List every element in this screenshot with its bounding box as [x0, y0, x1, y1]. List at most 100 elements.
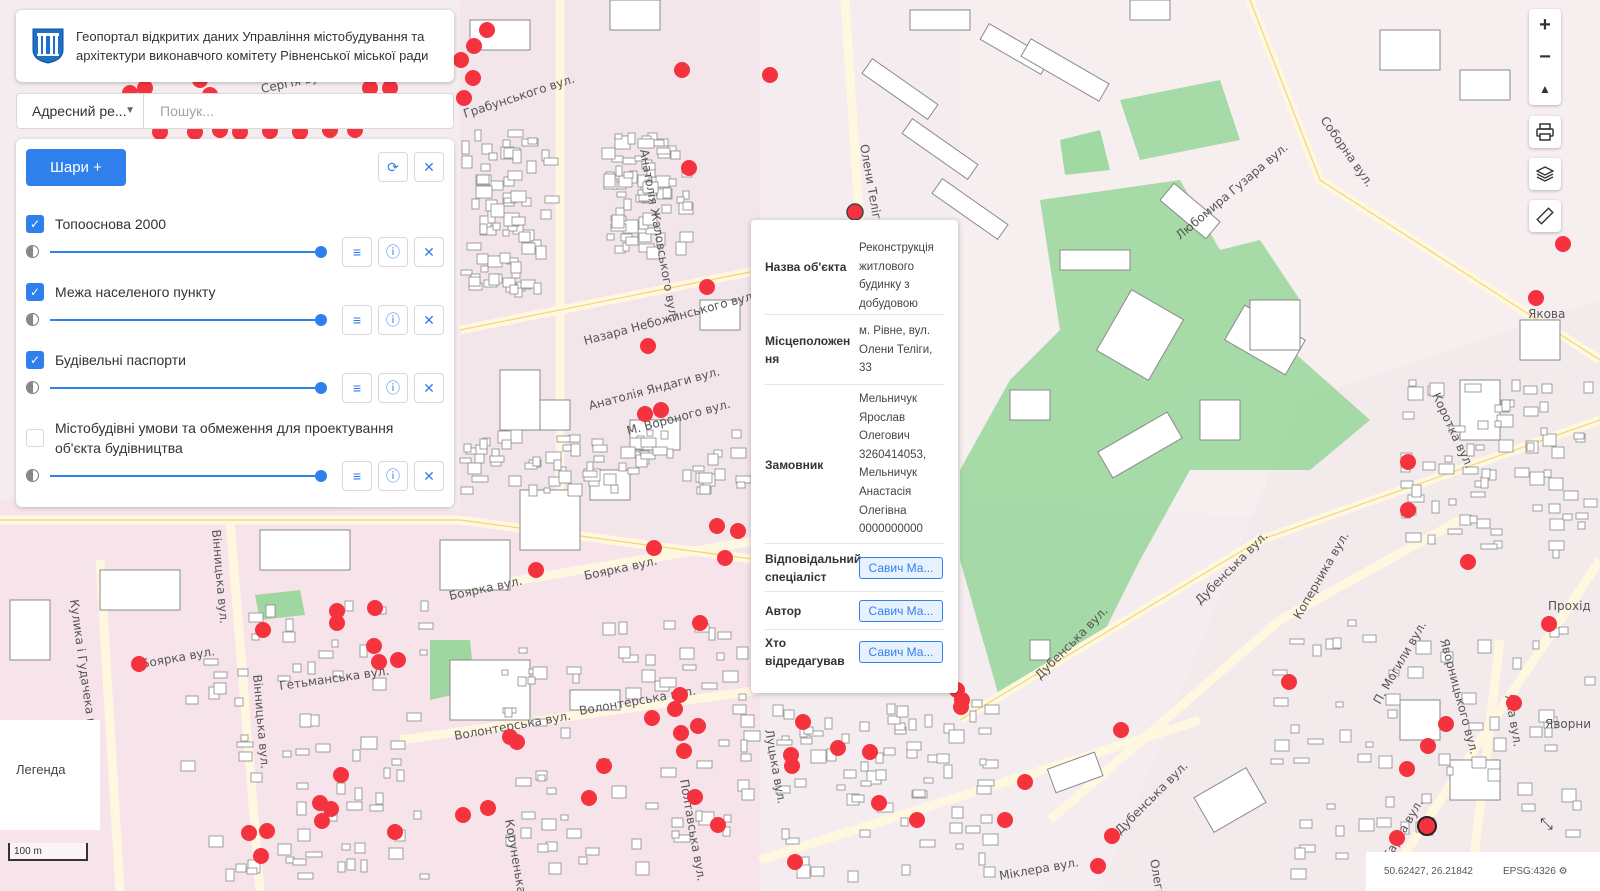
building-passport-marker[interactable]	[710, 817, 726, 833]
building-passport-marker[interactable]	[687, 789, 703, 805]
layer-checkbox[interactable]	[26, 429, 44, 447]
building-passport-marker[interactable]	[681, 160, 697, 176]
building-passport-marker[interactable]	[259, 823, 275, 839]
author-button[interactable]: Савич Ма...	[859, 599, 943, 622]
search-mode-select[interactable]: Адресний ре... ▼	[16, 93, 144, 129]
menu-icon[interactable]: ≡	[342, 373, 372, 403]
editor-button[interactable]: Савич Ма...	[859, 641, 943, 663]
building-passport-marker[interactable]	[1113, 722, 1129, 738]
building-passport-marker[interactable]	[673, 725, 689, 741]
building-passport-marker[interactable]	[480, 800, 496, 816]
building-passport-marker[interactable]	[1400, 454, 1416, 470]
building-passport-marker[interactable]	[387, 824, 403, 840]
building-passport-marker[interactable]	[830, 740, 846, 756]
building-passport-marker[interactable]	[596, 758, 612, 774]
building-passport-marker[interactable]	[784, 758, 800, 774]
building-passport-marker[interactable]	[1400, 502, 1416, 518]
building-passport-marker[interactable]	[1281, 674, 1297, 690]
building-passport-marker[interactable]	[795, 714, 811, 730]
building-passport-marker[interactable]	[1389, 830, 1405, 846]
building-passport-marker[interactable]	[1528, 290, 1544, 306]
info-icon[interactable]: ⓘ	[378, 305, 408, 335]
menu-icon[interactable]: ≡	[342, 305, 372, 335]
building-passport-marker[interactable]	[953, 699, 969, 715]
search-input[interactable]	[144, 93, 454, 129]
remove-layer-icon[interactable]: ✕	[414, 237, 444, 267]
slider-thumb[interactable]	[315, 246, 327, 258]
info-icon[interactable]: ⓘ	[378, 237, 408, 267]
info-icon[interactable]: ⓘ	[378, 373, 408, 403]
building-passport-marker[interactable]	[329, 615, 345, 631]
building-passport-marker[interactable]	[699, 279, 715, 295]
building-passport-marker[interactable]	[241, 825, 257, 841]
building-passport-marker[interactable]	[371, 654, 387, 670]
building-passport-marker[interactable]	[909, 812, 925, 828]
building-passport-marker[interactable]	[1438, 716, 1454, 732]
building-passport-marker[interactable]	[676, 743, 692, 759]
ruler-icon[interactable]	[1529, 200, 1561, 232]
remove-layer-icon[interactable]: ✕	[414, 461, 444, 491]
building-passport-marker[interactable]	[997, 812, 1013, 828]
add-layers-button[interactable]: Шари +	[26, 149, 126, 186]
building-passport-marker[interactable]	[653, 402, 669, 418]
building-passport-marker[interactable]	[509, 734, 525, 750]
building-passport-marker[interactable]	[730, 523, 746, 539]
building-passport-marker[interactable]	[456, 90, 472, 106]
print-icon[interactable]	[1529, 116, 1561, 148]
building-passport-marker[interactable]	[581, 790, 597, 806]
responsible-specialist-button[interactable]: Савич Ма...	[859, 556, 943, 579]
building-passport-marker[interactable]	[672, 687, 688, 703]
building-passport-marker[interactable]	[1541, 616, 1557, 632]
building-passport-marker[interactable]	[717, 550, 733, 566]
building-passport-marker[interactable]	[1399, 761, 1415, 777]
menu-icon[interactable]: ≡	[342, 237, 372, 267]
building-passport-marker[interactable]	[367, 600, 383, 616]
opacity-slider[interactable]	[50, 387, 322, 389]
opacity-slider[interactable]	[50, 251, 322, 253]
building-passport-marker[interactable]	[787, 854, 803, 870]
expand-icon[interactable]: ⤡	[1540, 816, 1553, 834]
building-passport-marker[interactable]	[1104, 828, 1120, 844]
slider-thumb[interactable]	[315, 470, 327, 482]
building-passport-marker[interactable]	[1555, 236, 1571, 252]
building-passport-marker[interactable]	[366, 638, 382, 654]
remove-layer-icon[interactable]: ✕	[414, 373, 444, 403]
building-passport-marker[interactable]	[465, 70, 481, 86]
zoom-in-button[interactable]: +	[1529, 9, 1561, 41]
projection-label[interactable]: EPSG:4326 ⚙	[1503, 866, 1568, 877]
building-passport-marker[interactable]	[1420, 738, 1436, 754]
building-passport-marker[interactable]	[646, 540, 662, 556]
building-passport-marker[interactable]	[1090, 858, 1106, 874]
building-passport-marker[interactable]	[131, 656, 147, 672]
opacity-slider[interactable]	[50, 319, 322, 321]
layer-checkbox[interactable]: ✓	[26, 283, 44, 301]
building-passport-marker[interactable]	[709, 518, 725, 534]
building-passport-marker[interactable]	[253, 848, 269, 864]
building-passport-marker[interactable]	[640, 338, 656, 354]
building-passport-marker[interactable]	[314, 813, 330, 829]
layer-checkbox[interactable]: ✓	[26, 215, 44, 233]
layers-icon[interactable]	[1529, 158, 1561, 190]
slider-thumb[interactable]	[315, 314, 327, 326]
building-passport-marker[interactable]	[1460, 554, 1476, 570]
building-passport-marker[interactable]	[1506, 695, 1522, 711]
building-passport-marker[interactable]	[871, 795, 887, 811]
building-passport-marker[interactable]	[692, 615, 708, 631]
building-passport-marker[interactable]	[674, 62, 690, 78]
building-passport-marker[interactable]	[637, 406, 653, 422]
legend-panel[interactable]: Легенда	[0, 720, 100, 830]
building-passport-marker[interactable]	[479, 22, 495, 38]
building-passport-marker[interactable]	[528, 562, 544, 578]
building-passport-marker[interactable]	[644, 710, 660, 726]
building-passport-marker[interactable]	[466, 38, 482, 54]
info-icon[interactable]: ⓘ	[378, 461, 408, 491]
close-panel-icon[interactable]: ✕	[414, 152, 444, 182]
slider-thumb[interactable]	[315, 382, 327, 394]
building-passport-marker[interactable]	[455, 807, 471, 823]
building-passport-marker[interactable]	[453, 52, 469, 68]
compass-icon[interactable]: ▲	[1529, 73, 1561, 105]
remove-layer-icon[interactable]: ✕	[414, 305, 444, 335]
building-passport-marker[interactable]	[390, 652, 406, 668]
building-passport-marker[interactable]	[667, 701, 683, 717]
building-passport-marker[interactable]	[1017, 774, 1033, 790]
